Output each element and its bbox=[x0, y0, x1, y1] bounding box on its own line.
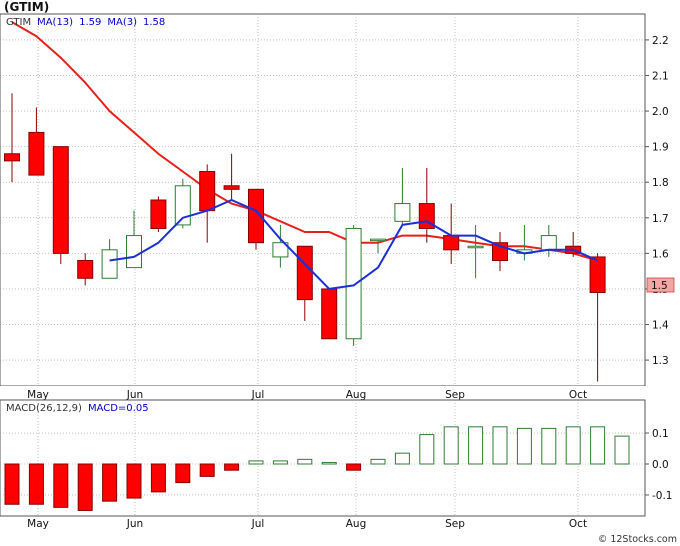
ticker-title: (GTIM) bbox=[4, 0, 49, 14]
candle-body bbox=[467, 245, 484, 249]
macd-bar bbox=[443, 426, 459, 465]
macd-bar bbox=[248, 460, 264, 465]
price-y-tick-label: 1.9 bbox=[652, 142, 669, 154]
macd-bar bbox=[492, 426, 508, 465]
stock-chart: 1.3 1.4 1.5 1.6 1.7 1.8 1.9 2.0 2.1 2.2 May Jun Jul… bbox=[0, 0, 680, 545]
candle bbox=[174, 178, 191, 229]
watermark: © 12Stocks.com bbox=[598, 534, 677, 545]
price-y-tick-label: 1.6 bbox=[652, 248, 669, 260]
candle-body bbox=[199, 171, 216, 212]
candle bbox=[52, 146, 69, 265]
candle-body bbox=[28, 131, 45, 176]
macd-bar bbox=[346, 463, 362, 471]
price-y-tick-label: 2.1 bbox=[652, 70, 669, 82]
price-y-axis: 1.3 1.4 1.5 1.6 1.7 1.8 1.9 2.0 2.1 2.2 bbox=[645, 35, 669, 367]
price-y-tick-label: 1.8 bbox=[652, 177, 669, 189]
candle-body bbox=[223, 185, 240, 190]
candle-body bbox=[52, 146, 69, 254]
candle-body bbox=[540, 235, 557, 251]
macd-x-tick-label: Jun bbox=[126, 518, 143, 530]
macd-bar bbox=[394, 452, 410, 465]
price-x-tick-label: Aug bbox=[346, 389, 367, 401]
macd-legend: MACD(26,12,9) MACD=0.05 bbox=[6, 403, 149, 414]
macd-x-tick-label: Oct bbox=[569, 518, 587, 530]
price-y-tick-label: 2.2 bbox=[652, 35, 669, 47]
legend-item: GTIM bbox=[6, 17, 31, 28]
legend-item: 1.59 bbox=[79, 17, 101, 28]
macd-bar bbox=[175, 463, 191, 484]
legend-item: MA(3) bbox=[107, 17, 137, 28]
macd-bar bbox=[224, 463, 240, 471]
current-price-label: 1.5 bbox=[651, 280, 668, 292]
macd-bar bbox=[199, 463, 215, 477]
macd-y-tick-label: 0.1 bbox=[652, 428, 669, 440]
macd-bar bbox=[419, 434, 435, 465]
price-x-tick-label: Oct bbox=[569, 389, 587, 401]
macd-bar bbox=[297, 458, 313, 465]
macd-bar bbox=[77, 463, 93, 511]
candle-body bbox=[4, 153, 20, 162]
legend-item: MACD=0.05 bbox=[88, 403, 149, 414]
macd-x-tick-label: May bbox=[27, 518, 49, 530]
candle-body bbox=[126, 235, 142, 269]
price-x-tick-label: Jul bbox=[251, 389, 265, 401]
candle-body bbox=[345, 227, 362, 340]
price-x-tick-label: Jun bbox=[126, 389, 143, 401]
macd-x-tick-label: Sep bbox=[445, 518, 465, 530]
macd-bar bbox=[468, 426, 484, 465]
price-y-tick-label: 1.7 bbox=[652, 213, 669, 225]
macd-bar bbox=[272, 460, 288, 465]
macd-bar bbox=[4, 463, 20, 505]
macd-y-axis: 0.1 0.0 -0.1 bbox=[645, 428, 673, 502]
macd-bar bbox=[516, 427, 532, 465]
macd-x-axis: May Jun Jul Aug Sep Oct bbox=[27, 518, 587, 530]
candle-body bbox=[370, 238, 386, 242]
candle-body bbox=[296, 245, 313, 301]
candle bbox=[321, 288, 338, 340]
candle-body bbox=[150, 199, 167, 229]
candle bbox=[248, 188, 264, 250]
price-x-tick-label: Sep bbox=[445, 389, 465, 401]
macd-bar bbox=[102, 463, 118, 502]
macd-bar bbox=[614, 435, 630, 465]
price-y-tick-label: 1.4 bbox=[652, 320, 669, 332]
candle-body bbox=[101, 249, 118, 279]
macd-bar bbox=[150, 463, 166, 493]
macd-bar bbox=[28, 463, 44, 505]
macd-bar bbox=[53, 463, 69, 508]
candle-body bbox=[77, 259, 94, 279]
candle-body bbox=[321, 288, 338, 340]
price-x-tick-label: May bbox=[27, 389, 49, 401]
candle-body bbox=[589, 256, 606, 293]
price-y-tick-label: 1.3 bbox=[652, 355, 669, 367]
macd-bar bbox=[565, 426, 581, 465]
candle bbox=[150, 196, 167, 233]
macd-x-tick-label: Jul bbox=[251, 518, 265, 530]
macd-x-tick-label: Aug bbox=[346, 518, 367, 530]
legend-item: 1.58 bbox=[143, 17, 165, 28]
candle-body bbox=[443, 235, 460, 251]
macd-y-tick-label: -0.1 bbox=[652, 490, 673, 502]
macd-bar bbox=[541, 427, 557, 465]
macd-bar bbox=[126, 463, 142, 499]
macd-y-tick-label: 0.0 bbox=[652, 459, 669, 471]
macd-bar bbox=[370, 458, 386, 465]
candle-body bbox=[394, 203, 411, 222]
macd-bar bbox=[590, 426, 606, 465]
legend-item: MA(13) bbox=[37, 17, 73, 28]
legend-item: MACD(26,12,9) bbox=[6, 403, 82, 414]
macd-bar bbox=[321, 461, 337, 465]
price-y-tick-label: 2.0 bbox=[652, 106, 669, 118]
